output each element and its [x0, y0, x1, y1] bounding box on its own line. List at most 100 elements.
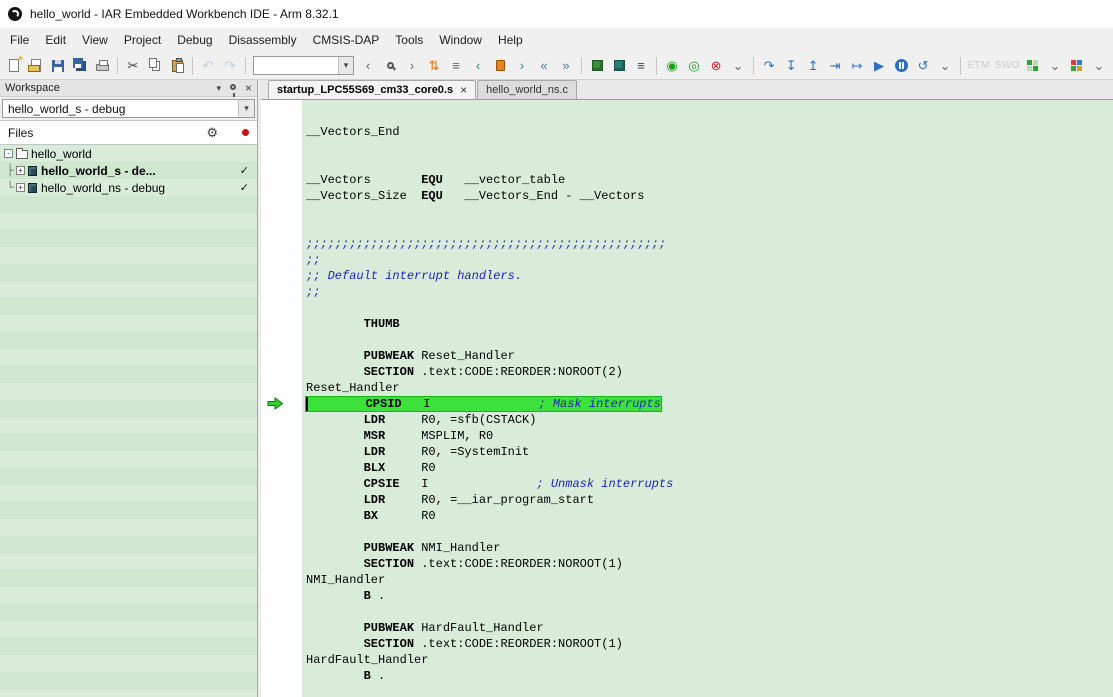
more-tools-button[interactable]: ⌄	[1045, 55, 1065, 77]
code-line[interactable]	[306, 204, 1113, 220]
toolbar-overflow-button[interactable]: ⌄	[1089, 55, 1109, 77]
step-over-button[interactable]: ↷	[759, 55, 779, 77]
reset-button[interactable]: ↺	[913, 55, 933, 77]
code-line[interactable]	[306, 604, 1113, 620]
run-to-cursor-button[interactable]: ↦	[847, 55, 867, 77]
navigate-backward-button[interactable]: «	[534, 55, 554, 77]
cut-button[interactable]: ✂	[123, 55, 143, 77]
code-line[interactable]	[306, 524, 1113, 540]
menu-item-debug[interactable]: Debug	[169, 28, 220, 52]
next-bookmark-button[interactable]: ›	[512, 55, 532, 77]
menu-item-disassembly[interactable]: Disassembly	[221, 28, 305, 52]
paste-button[interactable]	[167, 55, 187, 77]
code-line[interactable]: MSR MSPLIM, R0	[306, 428, 1113, 444]
code-line[interactable]	[306, 220, 1113, 236]
copy-button[interactable]	[145, 55, 165, 77]
code-line[interactable]	[306, 300, 1113, 316]
menu-item-edit[interactable]: Edit	[37, 28, 74, 52]
menu-item-help[interactable]: Help	[490, 28, 531, 52]
expand-icon[interactable]: +	[16, 183, 25, 192]
code-line[interactable]: PUBWEAK NMI_Handler	[306, 540, 1113, 556]
tab-close-icon[interactable]: ×	[460, 84, 467, 96]
break-button[interactable]	[891, 55, 911, 77]
code-line[interactable]: ;;	[306, 284, 1113, 300]
build-config-select[interactable]: hello_world_s - debug ▾	[2, 99, 255, 118]
code-line[interactable]: SECTION .text:CODE:REORDER:NOROOT(1)	[306, 636, 1113, 652]
print-button[interactable]	[92, 55, 112, 77]
debug-toolbar-options-button[interactable]: ⌄	[935, 55, 955, 77]
tab-startup-lpc55s69-cm33-core0-s[interactable]: startup_LPC55S69_cm33_core0.s×	[268, 80, 476, 99]
step-into-button[interactable]: ↧	[781, 55, 801, 77]
grid-icon-button-2[interactable]	[1067, 55, 1087, 77]
code-line[interactable]: LDR R0, =sfb(CSTACK)	[306, 412, 1113, 428]
find-button[interactable]	[380, 55, 400, 77]
expand-icon[interactable]: +	[16, 166, 25, 175]
save-all-button[interactable]	[70, 55, 90, 77]
step-out-button[interactable]: ↥	[803, 55, 823, 77]
menu-item-window[interactable]: Window	[431, 28, 490, 52]
tree-row-hello-world-s-de[interactable]: ├+hello_world_s - de...✓	[0, 162, 257, 179]
navigate-forward-button[interactable]: »	[556, 55, 576, 77]
undo-button[interactable]: ↶	[198, 55, 218, 77]
code-line[interactable]: PUBWEAK HardFault_Handler	[306, 620, 1113, 636]
menu-item-tools[interactable]: Tools	[387, 28, 431, 52]
batch-build-button[interactable]: ≡	[631, 55, 651, 77]
code-line[interactable]: ;; Default interrupt handlers.	[306, 268, 1113, 284]
previous-bookmark-button[interactable]: ‹	[468, 55, 488, 77]
editor-gutter[interactable]	[261, 100, 302, 697]
next-statement-button[interactable]: ⇥	[825, 55, 845, 77]
code-line[interactable]: __Vectors_End	[306, 124, 1113, 140]
menu-item-file[interactable]: File	[2, 28, 37, 52]
toggle-bookmark-button[interactable]	[490, 55, 510, 77]
redo-button[interactable]: ↷	[220, 55, 240, 77]
download-and-debug-button[interactable]: ◉	[662, 55, 682, 77]
code-line[interactable]: B .	[306, 588, 1113, 604]
panel-menu-icon[interactable]: ▾	[216, 83, 221, 94]
code-line[interactable]: Reset_Handler	[306, 380, 1113, 396]
find-next-button[interactable]: ›	[402, 55, 422, 77]
code-line[interactable]: ;;	[306, 252, 1113, 268]
go-button[interactable]: ▶	[869, 55, 889, 77]
code-line[interactable]: CPSIE I ; Unmask interrupts	[306, 476, 1113, 492]
code-line[interactable]: SECTION .text:CODE:REORDER:NOROOT(1)	[306, 556, 1113, 572]
code-line[interactable]: PUBWEAK Reset_Handler	[306, 348, 1113, 364]
code-line[interactable]: ;;;;;;;;;;;;;;;;;;;;;;;;;;;;;;;;;;;;;;;;…	[306, 236, 1113, 252]
stop-debugging-button[interactable]: ⊗	[706, 55, 726, 77]
code-line[interactable]	[306, 332, 1113, 348]
debug-without-downloading-button[interactable]: ◎	[684, 55, 704, 77]
replace-button[interactable]: ⇅	[424, 55, 444, 77]
tab-hello-world-ns-c[interactable]: hello_world_ns.c	[477, 80, 577, 99]
code-line[interactable]: HardFault_Handler	[306, 652, 1113, 668]
close-icon[interactable]: ×	[245, 82, 252, 94]
swo-button[interactable]: SWO	[993, 55, 1021, 77]
grid-icon-button-1[interactable]	[1023, 55, 1043, 77]
menu-item-view[interactable]: View	[74, 28, 116, 52]
code-line[interactable]: __Vectors_Size EQU __Vectors_End - __Vec…	[306, 188, 1113, 204]
chevron-down-icon[interactable]: ▾	[238, 100, 254, 117]
new-document-button[interactable]	[4, 55, 24, 77]
save-button[interactable]	[48, 55, 68, 77]
toolbar-options-button[interactable]: ⌄	[728, 55, 748, 77]
make-button[interactable]	[609, 55, 629, 77]
code-line[interactable]: SECTION .text:CODE:REORDER:NOROOT(2)	[306, 364, 1113, 380]
collapse-icon[interactable]: -	[4, 149, 13, 158]
code-line[interactable]: BX R0	[306, 508, 1113, 524]
code-line[interactable]: LDR R0, =SystemInit	[306, 444, 1113, 460]
quick-search-combobox[interactable]: ▾	[253, 56, 354, 75]
tree-row-hello-world-ns-debug[interactable]: └+hello_world_ns - debug✓	[0, 179, 257, 196]
menu-item-cmsis-dap[interactable]: CMSIS-DAP	[305, 28, 388, 52]
compile-button[interactable]	[587, 55, 607, 77]
pin-icon[interactable]	[230, 84, 236, 90]
code-line[interactable]: THUMB	[306, 316, 1113, 332]
chevron-down-icon[interactable]: ▾	[338, 57, 353, 74]
etm-button[interactable]: ETM	[966, 55, 991, 77]
goto-button[interactable]: ≡	[446, 55, 466, 77]
code-line[interactable]: BLX R0	[306, 460, 1113, 476]
code-line[interactable]	[306, 140, 1113, 156]
find-previous-button[interactable]: ‹	[358, 55, 378, 77]
code-line[interactable]	[306, 156, 1113, 172]
code-area[interactable]: __Vectors_End __Vectors EQU __vector_tabl…	[302, 100, 1113, 697]
code-line[interactable]: __Vectors EQU __vector_table	[306, 172, 1113, 188]
code-line[interactable]: B .	[306, 668, 1113, 684]
menu-item-project[interactable]: Project	[116, 28, 169, 52]
